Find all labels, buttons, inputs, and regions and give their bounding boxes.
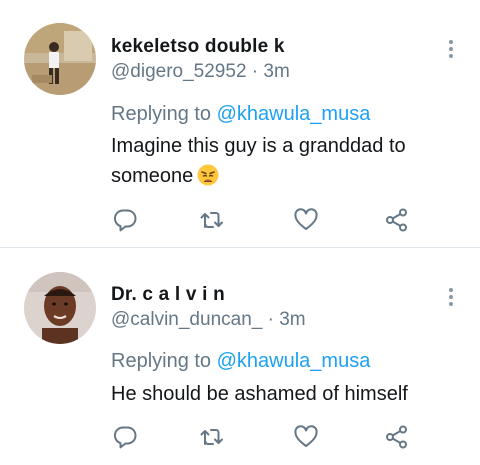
mention-link[interactable]: @khawula_musa bbox=[217, 350, 371, 372]
tweet-text-content: He should be ashamed of himself bbox=[111, 383, 408, 405]
timestamp: · 3m bbox=[262, 309, 306, 330]
retweet-icon[interactable] bbox=[197, 422, 227, 452]
replying-to: Replying to @khawula_musa bbox=[111, 350, 370, 373]
weary-face-emoji bbox=[197, 164, 219, 186]
tweet-text-content: Imagine this guy is a granddad to someon… bbox=[111, 135, 406, 187]
tweet-divider bbox=[0, 247, 480, 248]
reply-icon[interactable] bbox=[111, 205, 141, 235]
handle-and-time: @calvin_duncan_ · 3m bbox=[111, 309, 306, 331]
like-icon[interactable] bbox=[291, 205, 321, 235]
tweet-actions bbox=[0, 205, 480, 235]
handle-and-time: @digero_52952 · 3m bbox=[111, 61, 290, 83]
tweet-card[interactable]: kekeletso double k @digero_52952 · 3m Re… bbox=[0, 0, 480, 248]
handle[interactable]: @calvin_duncan_ bbox=[111, 309, 262, 330]
replying-to-label: Replying to bbox=[111, 103, 217, 125]
tweet-actions bbox=[0, 422, 480, 452]
like-icon[interactable] bbox=[291, 422, 321, 452]
tweet-text: Imagine this guy is a granddad to someon… bbox=[111, 131, 461, 191]
tweet-text: He should be ashamed of himself bbox=[111, 379, 461, 409]
retweet-icon[interactable] bbox=[197, 205, 227, 235]
avatar[interactable] bbox=[24, 272, 96, 344]
replying-to-label: Replying to bbox=[111, 350, 217, 372]
replying-to: Replying to @khawula_musa bbox=[111, 103, 370, 126]
timestamp: · 3m bbox=[246, 61, 290, 82]
share-icon[interactable] bbox=[382, 205, 412, 235]
tweet-card[interactable]: Dr. c a l v i n @calvin_duncan_ · 3m Rep… bbox=[0, 249, 480, 465]
more-icon[interactable] bbox=[448, 288, 454, 308]
display-name[interactable]: Dr. c a l v i n bbox=[111, 284, 225, 306]
mention-link[interactable]: @khawula_musa bbox=[217, 103, 371, 125]
avatar[interactable] bbox=[24, 23, 96, 95]
share-icon[interactable] bbox=[382, 422, 412, 452]
reply-icon[interactable] bbox=[111, 422, 141, 452]
more-icon[interactable] bbox=[448, 40, 454, 60]
handle[interactable]: @digero_52952 bbox=[111, 61, 247, 82]
display-name[interactable]: kekeletso double k bbox=[111, 36, 285, 58]
